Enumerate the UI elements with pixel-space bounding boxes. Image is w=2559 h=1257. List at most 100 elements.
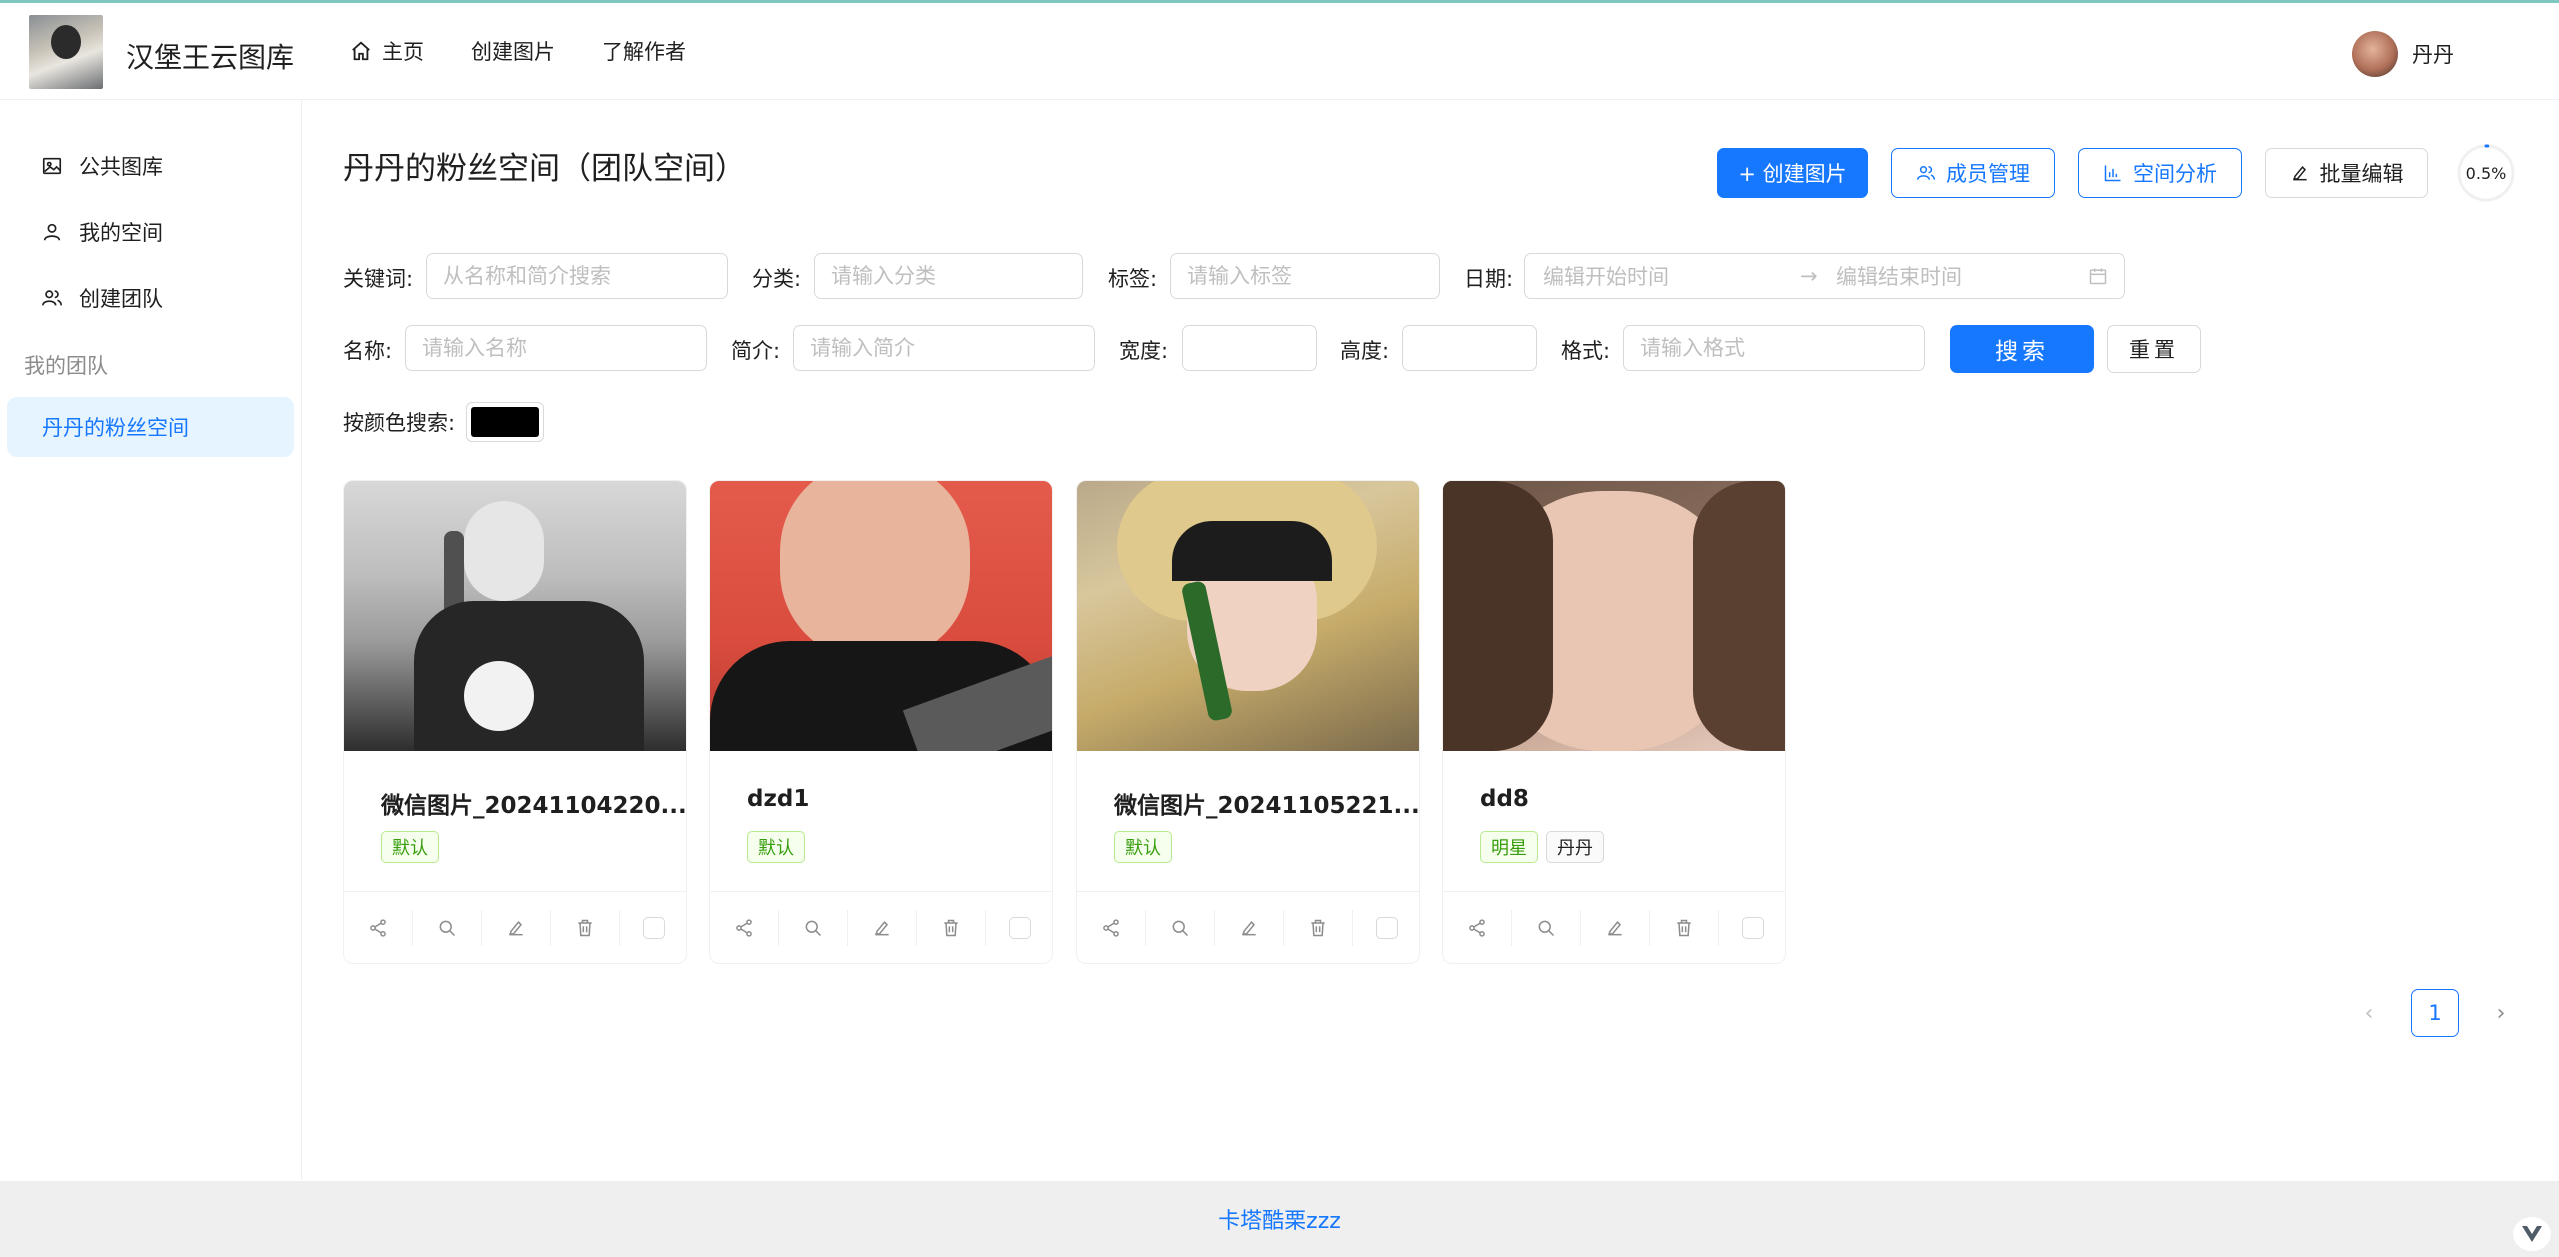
search-similar-button[interactable] (1146, 909, 1215, 946)
prev-page-button[interactable]: ‹ (2359, 1001, 2379, 1026)
color-picker[interactable] (466, 402, 544, 442)
main-nav: 主页 创建图片 了解作者 (350, 33, 686, 69)
tag: 丹丹 (1546, 831, 1604, 863)
chevron-logo-icon (2522, 1226, 2542, 1242)
delete-button[interactable] (917, 909, 986, 946)
width-input[interactable] (1182, 325, 1317, 371)
batch-edit-button[interactable]: 批量编辑 (2265, 148, 2428, 198)
site-title[interactable]: 汉堡王云图库 (126, 36, 294, 76)
create-image-button[interactable]: + 创建图片 (1717, 148, 1868, 198)
date-end-placeholder[interactable]: 编辑结束时间 (1836, 261, 1962, 291)
site-logo[interactable] (29, 15, 103, 89)
button-label: 空间分析 (2133, 162, 2217, 186)
edit-button[interactable] (482, 909, 551, 946)
image-thumbnail[interactable] (1443, 481, 1785, 751)
card-actions (1443, 891, 1785, 963)
color-swatch-fill (471, 407, 539, 437)
edit-button[interactable] (848, 909, 917, 946)
vue-devtools-icon[interactable] (2513, 1217, 2551, 1251)
intro-input[interactable] (793, 325, 1095, 371)
date-range-picker[interactable]: 编辑开始时间 → 编辑结束时间 (1524, 253, 2125, 299)
image-thumbnail[interactable] (1077, 481, 1419, 751)
delete-button[interactable] (1650, 909, 1719, 946)
home-icon (352, 41, 370, 61)
share-button[interactable] (1443, 909, 1512, 946)
top-header: 汉堡王云图库 主页 创建图片 了解作者 丹丹 (0, 0, 2559, 100)
button-label: + 创建图片 (1738, 162, 1847, 186)
category-input[interactable] (814, 253, 1083, 299)
trash-icon (944, 919, 958, 936)
tag-label: 标签: (1108, 267, 1158, 291)
select-checkbox[interactable] (1376, 916, 1398, 939)
category-tag: 默认 (381, 831, 439, 863)
trash-icon (1677, 919, 1691, 936)
search-icon (1172, 920, 1189, 936)
edit-icon (1242, 920, 1256, 935)
card-actions (344, 891, 686, 963)
search-similar-button[interactable] (413, 909, 482, 946)
share-icon (1469, 918, 1485, 937)
action-bar: + 创建图片 成员管理 空间分析 批量编辑 (1717, 148, 2428, 198)
image-title: dzd1 (747, 786, 810, 812)
page-number-current[interactable]: 1 (2411, 989, 2459, 1037)
share-button[interactable] (710, 909, 779, 946)
tag-list: 默认 (1114, 831, 1172, 863)
space-analysis-button[interactable]: 空间分析 (2078, 148, 2242, 198)
select-checkbox[interactable] (1742, 916, 1764, 939)
sidebar-item-public-gallery[interactable]: 公共图库 (7, 136, 294, 196)
calendar-icon (2089, 268, 2107, 285)
width-label: 宽度: (1119, 339, 1169, 363)
tag-list: 明星 丹丹 (1480, 831, 1604, 863)
share-button[interactable] (344, 909, 413, 946)
share-icon (1103, 918, 1119, 937)
format-input[interactable] (1623, 325, 1925, 371)
name-label: 名称: (343, 339, 393, 363)
picture-icon (42, 157, 62, 175)
image-title: dd8 (1480, 786, 1529, 812)
image-thumbnail[interactable] (344, 481, 686, 751)
image-card[interactable]: dd8 明星 丹丹 (1442, 480, 1786, 964)
user-name[interactable]: 丹丹 (2412, 39, 2454, 69)
avatar[interactable] (2352, 31, 2398, 77)
nav-item-create[interactable]: 创建图片 (471, 33, 555, 69)
search-button[interactable]: 搜索 (1950, 325, 2094, 373)
sidebar-item-my-space[interactable]: 我的空间 (7, 202, 294, 262)
tag-input[interactable] (1170, 253, 1440, 299)
member-management-button[interactable]: 成员管理 (1891, 148, 2055, 198)
nav-item-about[interactable]: 了解作者 (602, 33, 686, 69)
color-search-label: 按颜色搜索: (343, 411, 456, 435)
nav-item-home[interactable]: 主页 (350, 33, 424, 69)
sidebar-item-team-space[interactable]: 丹丹的粉丝空间 (7, 397, 294, 457)
delete-button[interactable] (1284, 909, 1353, 946)
edit-button[interactable] (1581, 909, 1650, 946)
search-icon (805, 920, 822, 936)
select-checkbox-cell (986, 910, 1052, 946)
delete-button[interactable] (551, 909, 620, 946)
edit-button[interactable] (1215, 909, 1284, 946)
sidebar-item-create-team[interactable]: 创建团队 (7, 268, 294, 328)
format-label: 格式: (1561, 339, 1611, 363)
category-label: 分类: (752, 267, 802, 291)
image-card[interactable]: 微信图片_20241105221... 默认 (1076, 480, 1420, 964)
search-similar-button[interactable] (1512, 909, 1581, 946)
image-card[interactable]: dzd1 默认 (709, 480, 1053, 964)
select-checkbox[interactable] (1009, 916, 1031, 939)
image-title: 微信图片_20241104220... (381, 793, 687, 819)
date-start-placeholder[interactable]: 编辑开始时间 (1543, 261, 1669, 291)
footer-link[interactable]: 卡塔酷栗zzz (1218, 1203, 1341, 1235)
next-page-button[interactable]: › (2491, 1001, 2511, 1026)
share-button[interactable] (1077, 909, 1146, 946)
reset-button[interactable]: 重置 (2107, 325, 2201, 373)
arrow-right-icon: → (1800, 264, 1818, 288)
name-input[interactable] (405, 325, 707, 371)
height-input[interactable] (1402, 325, 1537, 371)
space-usage-progress: 0.5% (2456, 143, 2516, 203)
image-card[interactable]: 微信图片_20241104220... 默认 (343, 480, 687, 964)
user-menu[interactable]: 丹丹 (2352, 31, 2454, 77)
intro-label: 简介: (731, 339, 781, 363)
image-thumbnail[interactable] (710, 481, 1052, 751)
select-checkbox-cell (1719, 910, 1785, 946)
select-checkbox[interactable] (643, 916, 665, 939)
search-similar-button[interactable] (779, 909, 848, 946)
keyword-input[interactable] (426, 253, 728, 299)
